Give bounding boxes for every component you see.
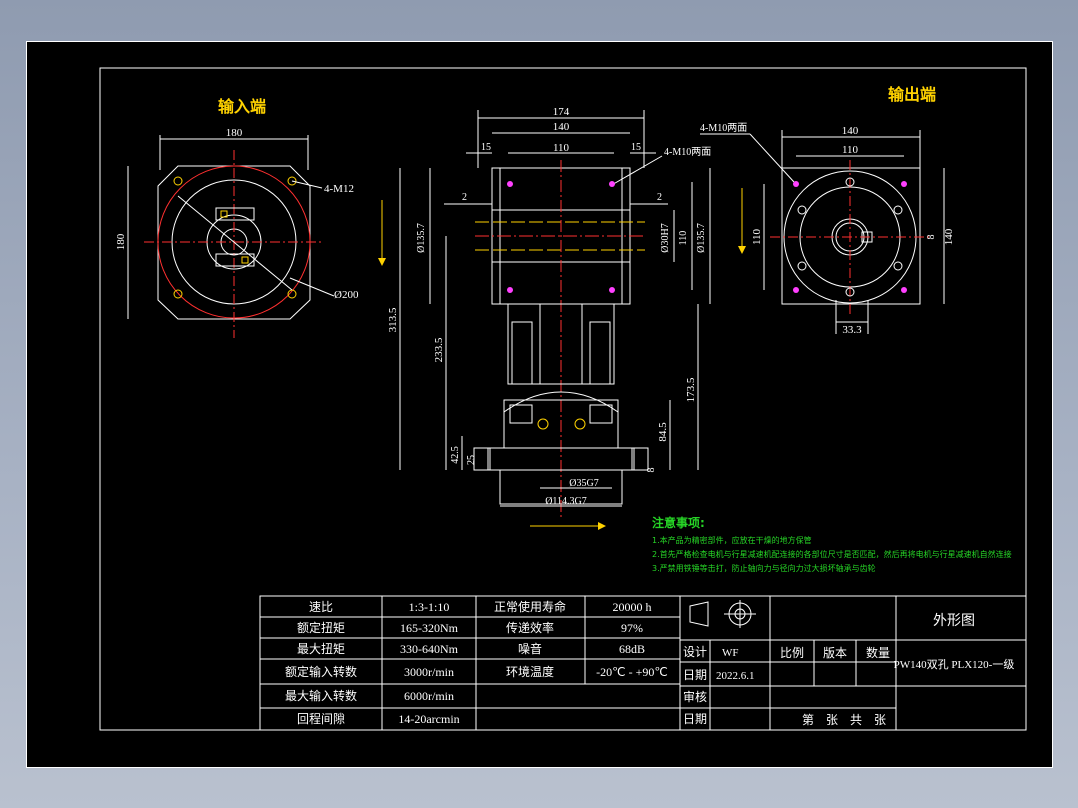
dim-30h7: Ø30H7: [660, 223, 671, 252]
spec-value: 330-640Nm: [400, 642, 459, 656]
note-2: 2.首先严格检查电机与行星减速机配连接的各部位尺寸是否匹配，然后再将电机与行星减…: [652, 549, 1012, 559]
date-value: 2022.6.1: [716, 670, 755, 682]
dim-25: 25: [466, 455, 477, 465]
dim-out-8: 8: [926, 235, 937, 240]
date2-label: 日期: [683, 712, 707, 726]
dim-out-110: 110: [842, 144, 859, 156]
design-value: WF: [722, 647, 739, 659]
drawing-name: 外形图: [933, 613, 975, 629]
dim-2335: 233.5: [433, 337, 445, 362]
spec-label: 正常使用寿命: [494, 599, 566, 614]
dim-3135: 313.5: [387, 307, 399, 332]
dim-out-110v: 110: [751, 228, 763, 245]
spec-label: 速比: [309, 600, 333, 614]
cad-drawing: 输入端 180 180 4-M12 Ø200 174 140 110 15 15…: [99, 67, 1027, 731]
dim-out-holes: 4-M10两面: [700, 123, 747, 134]
spec-value: 14-20arcmin: [398, 712, 459, 726]
output-end-view: 输出端 140 110 110 140 8 33.3 4-M10两面: [700, 85, 955, 336]
dim-input-bolts: 4-M12: [324, 183, 354, 195]
note-1: 1.本产品为精密部件，应放在干燥的地方保管: [652, 535, 812, 545]
drawing-border: [99, 67, 1027, 731]
input-title: 输入端: [218, 97, 266, 116]
title-block-text: 外形图 PW140双孔 PLX120-一级 设计 WF 日期 2022.6.1 …: [683, 613, 1014, 727]
spec-label: 最大输入转数: [285, 688, 357, 703]
dim-2b: 2: [657, 192, 662, 203]
spec-label: 最大扭矩: [297, 642, 345, 656]
dim-2a: 2: [462, 192, 467, 203]
version-label: 版本: [823, 646, 847, 660]
spec-value: 3000r/min: [404, 665, 454, 679]
spec-value: 165-320Nm: [400, 621, 459, 635]
sheet-text: 第 张 共 张: [802, 713, 886, 727]
spec-value: -20℃ - +90℃: [596, 665, 668, 679]
dim-15a: 15: [481, 142, 491, 153]
dim-1735: 173.5: [685, 377, 697, 402]
spec-label: 回程间隙: [297, 711, 345, 726]
dim-110: 110: [553, 142, 570, 154]
date-label: 日期: [683, 668, 707, 682]
notes: 注意事项: 1.本产品为精密部件，应放在干燥的地方保管 2.首先严格检查电机与行…: [652, 515, 1012, 573]
dim-out-140: 140: [842, 125, 859, 137]
spec-value: 1:3-1:10: [409, 600, 450, 614]
spec-label: 传递效率: [506, 620, 554, 635]
dim-1357a: Ø135.7: [416, 223, 427, 253]
dim-425: 42.5: [450, 446, 461, 464]
dim-174: 174: [553, 106, 570, 118]
review-label: 审核: [683, 689, 707, 704]
dim-input-circle: Ø200: [334, 289, 359, 301]
dim-1357b: Ø135.7: [696, 223, 707, 253]
spec-label: 额定输入转数: [285, 664, 357, 679]
dim-input-width: 180: [226, 127, 243, 139]
spec-value: 97%: [621, 621, 643, 635]
part-name: PW140双孔 PLX120-一级: [894, 658, 1015, 671]
dim-845: 84.5: [657, 422, 669, 442]
dim-input-height: 180: [115, 233, 127, 250]
qty-label: 数量: [866, 645, 890, 660]
dim-110v: 110: [678, 231, 689, 246]
input-end-view: 输入端 180 180 4-M12 Ø200: [115, 97, 359, 338]
spec-value: 20000 h: [613, 600, 652, 614]
output-title: 输出端: [888, 85, 936, 104]
dim-holes-front: 4-M10两面: [664, 147, 711, 158]
spec-value: 6000r/min: [404, 689, 454, 703]
front-view: 174 140 110 15 15 2 2 4-M10两面 Ø135.7 Ø30…: [378, 106, 746, 530]
dim-15b: 15: [631, 142, 641, 153]
spec-label: 额定扭矩: [297, 620, 345, 635]
dim-8-front: 8: [646, 468, 657, 473]
dim-out-140v: 140: [943, 228, 955, 245]
spec-label: 环境温度: [506, 664, 554, 679]
spec-value: 68dB: [619, 642, 645, 656]
note-3: 3.严禁用铁锤等击打，防止轴向力与径向力过大损坏轴承与齿轮: [652, 563, 876, 573]
notes-title: 注意事项:: [652, 515, 705, 530]
spec-label: 噪音: [518, 641, 542, 656]
spec-table: [259, 595, 681, 731]
dim-35g7: Ø35G7: [569, 478, 598, 489]
dim-140: 140: [553, 121, 570, 133]
dim-114: Ø114.3G7: [545, 496, 587, 507]
scale-label: 比例: [780, 646, 804, 660]
dim-out-333: 33.3: [842, 324, 862, 336]
design-label: 设计: [683, 645, 707, 659]
